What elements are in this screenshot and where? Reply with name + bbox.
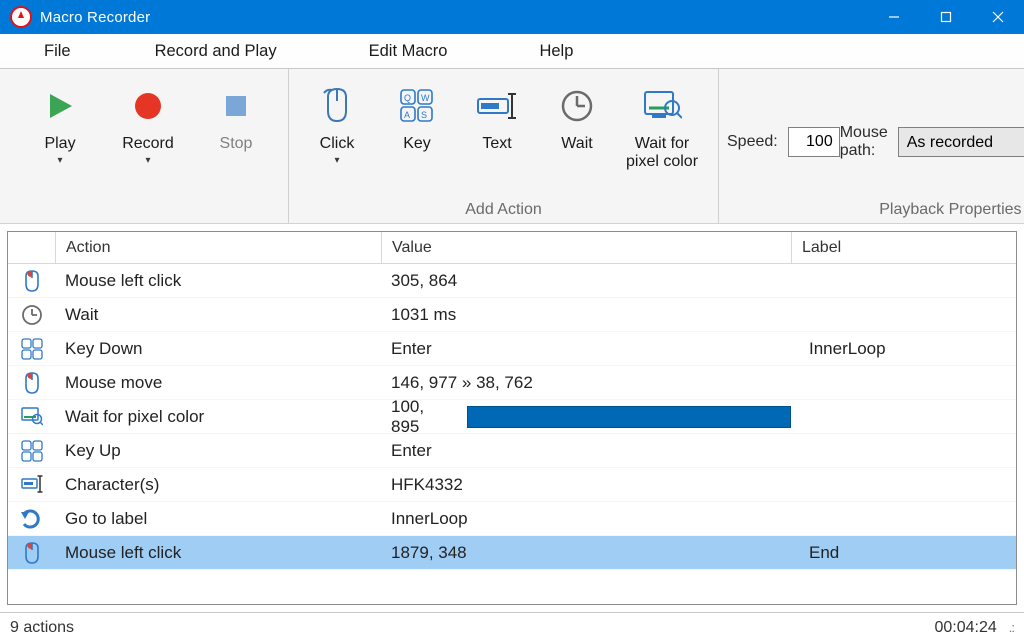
key-label: Key	[377, 135, 457, 153]
ribbon: Play ▾ Record ▾ Stop C	[0, 69, 1024, 224]
cell-action: Key Up	[55, 441, 381, 461]
table-row[interactable]: Character(s)HFK4332	[8, 468, 1016, 502]
resize-grip-icon[interactable]: .:	[1009, 620, 1014, 635]
keys-icon	[8, 338, 55, 360]
cell-value: Enter	[381, 441, 791, 461]
cell-action: Wait	[55, 305, 381, 325]
cell-label: End	[791, 543, 1016, 563]
clock-icon	[537, 83, 617, 129]
col-action[interactable]: Action	[55, 232, 381, 263]
cell-action: Mouse left click	[55, 271, 381, 291]
key-icon: QW A S	[377, 83, 457, 129]
close-button[interactable]	[972, 0, 1024, 34]
cell-value: InnerLoop	[381, 509, 791, 529]
mouse-icon	[297, 83, 377, 129]
status-time: 00:04:24	[934, 619, 996, 637]
chevron-down-icon: ▾	[104, 155, 192, 166]
table-row[interactable]: Mouse move146, 977 » 38, 762	[8, 366, 1016, 400]
minimize-button[interactable]	[868, 0, 920, 34]
cell-value: 146, 977 » 38, 762	[381, 373, 791, 393]
cell-value: 1879, 348	[381, 543, 791, 563]
stop-icon	[192, 83, 280, 129]
keys-icon	[8, 440, 55, 462]
table-row[interactable]: Mouse left click1879, 348End	[8, 536, 1016, 570]
record-button[interactable]: Record ▾	[104, 83, 192, 223]
svg-text:Q: Q	[404, 93, 411, 103]
cell-label: InnerLoop	[791, 339, 1016, 359]
mouse-path-label: Mouse path:	[840, 124, 888, 160]
wait-pixel-label: Wait forpixel color	[617, 135, 707, 172]
table-row[interactable]: Key DownEnterInnerLoop	[8, 332, 1016, 366]
text-icon	[8, 474, 55, 496]
app-title: Macro Recorder	[40, 9, 868, 26]
svg-text:S: S	[421, 110, 427, 120]
cell-value: 305, 864	[381, 271, 791, 291]
col-icon[interactable]	[8, 232, 55, 263]
ribbon-group-add-action: Add Action	[289, 201, 718, 219]
table-row[interactable]: Wait1031 ms	[8, 298, 1016, 332]
table-row[interactable]: Key UpEnter	[8, 434, 1016, 468]
speed-input[interactable]	[788, 127, 840, 157]
col-value[interactable]: Value	[381, 232, 791, 263]
stop-button[interactable]: Stop	[192, 83, 280, 223]
cell-action: Key Down	[55, 339, 381, 359]
menubar: File Record and Play Edit Macro Help	[0, 34, 1024, 69]
table-row[interactable]: Wait for pixel color100, 895	[8, 400, 1016, 434]
clock-icon	[8, 304, 55, 326]
text-icon	[457, 83, 537, 129]
stop-label: Stop	[192, 135, 280, 153]
pixel-icon	[8, 406, 55, 428]
menu-edit-macro[interactable]: Edit Macro	[323, 34, 494, 68]
cell-action: Character(s)	[55, 475, 381, 495]
mouse-icon	[8, 270, 55, 292]
play-icon	[16, 83, 104, 129]
table-row[interactable]: Mouse left click305, 864	[8, 264, 1016, 298]
cell-action: Mouse left click	[55, 543, 381, 563]
pixel-color-icon	[617, 83, 707, 129]
mouse-icon	[8, 372, 55, 394]
app-icon	[10, 6, 32, 28]
cell-value: 1031 ms	[381, 305, 791, 325]
speed-label: Speed:	[727, 133, 778, 151]
mouse-icon	[8, 542, 55, 564]
cell-action: Mouse move	[55, 373, 381, 393]
col-label[interactable]: Label	[791, 232, 1016, 263]
menu-file[interactable]: File	[20, 34, 109, 68]
mouse-path-select[interactable]: As recorded	[898, 127, 1024, 157]
chevron-down-icon: ▾	[297, 155, 377, 166]
cell-action: Wait for pixel color	[55, 407, 381, 427]
svg-text:A: A	[404, 110, 410, 120]
menu-help[interactable]: Help	[493, 34, 619, 68]
wait-label: Wait	[537, 135, 617, 153]
goto-icon	[8, 508, 55, 530]
macro-grid: Action Value Label Mouse left click305, …	[7, 231, 1017, 605]
cell-value: 100, 895	[381, 397, 791, 437]
record-label: Record	[104, 135, 192, 153]
svg-text:W: W	[421, 93, 430, 103]
chevron-down-icon: ▾	[16, 155, 104, 166]
record-icon	[104, 83, 192, 129]
table-row[interactable]: Go to labelInnerLoop	[8, 502, 1016, 536]
cell-value: HFK4332	[381, 475, 791, 495]
ribbon-group-playback: Playback Properties	[719, 201, 1024, 219]
menu-record-play[interactable]: Record and Play	[109, 34, 323, 68]
click-label: Click	[297, 135, 377, 153]
status-count: 9 actions	[10, 619, 74, 637]
color-swatch	[467, 406, 791, 428]
text-label: Text	[457, 135, 537, 153]
statusbar: 9 actions 00:04:24 .:	[0, 612, 1024, 642]
play-button[interactable]: Play ▾	[16, 83, 104, 223]
maximize-button[interactable]	[920, 0, 972, 34]
titlebar: Macro Recorder	[0, 0, 1024, 34]
cell-action: Go to label	[55, 509, 381, 529]
play-label: Play	[16, 135, 104, 153]
cell-value: Enter	[381, 339, 791, 359]
